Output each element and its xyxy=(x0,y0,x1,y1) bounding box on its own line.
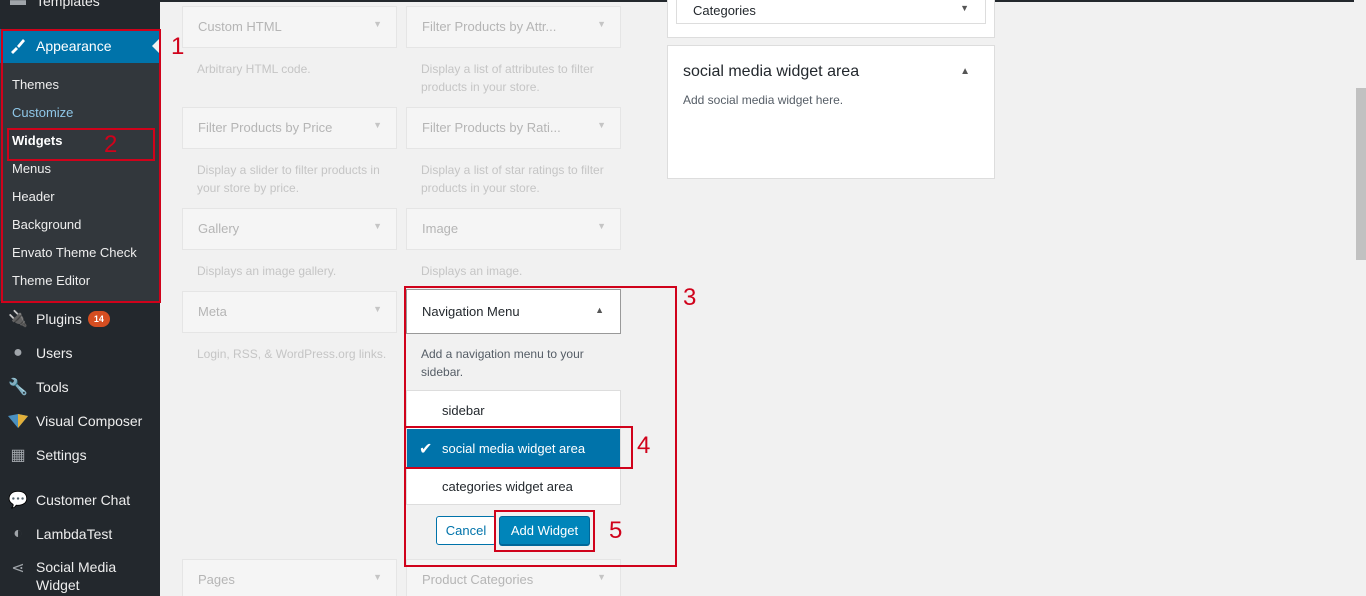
visual-composer-icon xyxy=(0,414,36,428)
annotation-box-4 xyxy=(404,426,633,469)
sidebar-item-templates[interactable]: ▬ Templates xyxy=(0,0,160,10)
widget-desc: Arbitrary HTML code. xyxy=(197,62,311,76)
settings-icon: ▦ xyxy=(10,447,26,464)
scrollbar-thumb[interactable] xyxy=(1356,88,1366,260)
triangle-down-icon: ▼ xyxy=(960,3,969,13)
triangle-down-icon: ▼ xyxy=(373,221,382,231)
triangle-down-icon: ▼ xyxy=(597,572,606,582)
triangle-down-icon: ▼ xyxy=(373,304,382,314)
plugins-update-badge: 14 xyxy=(87,311,110,327)
annotation-box-2 xyxy=(7,128,155,161)
triangle-down-icon: ▼ xyxy=(373,572,382,582)
widget-desc: Display a slider to filter products in y… xyxy=(197,163,380,195)
widget-desc: Login, RSS, & WordPress.org links. xyxy=(197,347,387,361)
sidebar-item-plugins[interactable]: 🔌 Plugins 14 xyxy=(0,302,160,336)
annotation-box-1 xyxy=(1,29,161,303)
triangle-down-icon: ▼ xyxy=(597,120,606,130)
widget-filter-rating[interactable]: Filter Products by Rati... ▼ xyxy=(406,107,621,149)
share-icon: ⋖ xyxy=(11,560,25,577)
sidebar-item-tools[interactable]: 🔧 Tools xyxy=(0,370,160,404)
widget-filter-attr[interactable]: Filter Products by Attr... ▼ xyxy=(406,6,621,48)
widget-desc: Displays an image gallery. xyxy=(197,264,337,278)
widget-custom-html[interactable]: Custom HTML ▼ xyxy=(182,6,397,48)
annotation-label-5: 5 xyxy=(609,517,623,544)
widget-desc: Display a list of star ratings to filter… xyxy=(421,163,604,195)
sidebar-item-settings[interactable]: ▦ Settings xyxy=(0,438,160,472)
annotation-label-3: 3 xyxy=(683,284,697,311)
lambdatest-icon: ◐ xyxy=(13,525,23,542)
widget-filter-price[interactable]: Filter Products by Price ▼ xyxy=(182,107,397,149)
widget-desc: Displays an image. xyxy=(421,264,523,278)
widget-pages[interactable]: Pages ▼ xyxy=(182,559,397,596)
triangle-up-icon[interactable]: ▲ xyxy=(960,66,970,77)
triangle-down-icon: ▼ xyxy=(597,221,606,231)
messenger-icon: 💬 xyxy=(8,492,28,509)
area-desc: Add social media widget here. xyxy=(683,93,844,107)
triangle-down-icon: ▼ xyxy=(373,19,382,29)
sidebar-item-social-media-widget[interactable]: ⋖ Social Media Widget xyxy=(0,558,160,596)
sidebar-item-users[interactable]: ● Users xyxy=(0,336,160,370)
annotation-label-2: 2 xyxy=(104,131,118,158)
sidebar-item-customer-chat[interactable]: 💬 Customer Chat xyxy=(0,483,160,517)
widget-meta[interactable]: Meta ▼ xyxy=(182,291,397,333)
social-media-widget-area[interactable]: social media widget area ▲ Add social me… xyxy=(667,45,995,179)
triangle-down-icon: ▼ xyxy=(373,120,382,130)
templates-icon: ▬ xyxy=(10,0,26,9)
sidebar-item-visual-composer[interactable]: Visual Composer xyxy=(0,404,160,438)
user-icon: ● xyxy=(13,344,23,361)
wrench-icon: 🔧 xyxy=(8,379,28,396)
plug-icon: 🔌 xyxy=(8,311,28,328)
widget-image[interactable]: Image ▼ xyxy=(406,208,621,250)
sidebar-item-lambdatest[interactable]: ◐ LambdaTest xyxy=(0,517,160,551)
area-title: social media widget area xyxy=(683,63,860,80)
triangle-down-icon: ▼ xyxy=(597,19,606,29)
widget-gallery[interactable]: Gallery ▼ xyxy=(182,208,397,250)
widget-desc: Display a list of attributes to filter p… xyxy=(421,62,594,94)
annotation-label-4: 4 xyxy=(637,432,651,459)
annotation-box-5 xyxy=(494,510,595,552)
widget-categories[interactable]: Categories ▼ xyxy=(676,0,986,24)
